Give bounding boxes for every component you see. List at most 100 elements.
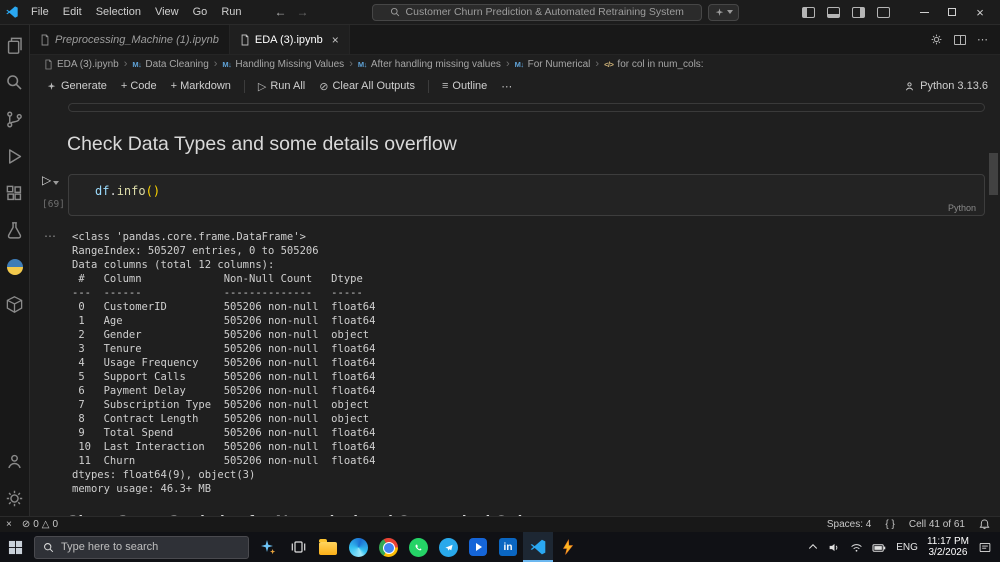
taskbar-clock[interactable]: 11:17 PM 3/2/2026	[927, 536, 969, 558]
keyboard-language[interactable]: ENG	[896, 542, 918, 553]
indent-indicator[interactable]: Spaces: 4	[827, 519, 871, 530]
movies-app-icon[interactable]	[463, 532, 493, 562]
telegram-icon[interactable]	[433, 532, 463, 562]
action-center-icon[interactable]	[978, 541, 992, 554]
sparkle-icon	[47, 81, 56, 90]
extensions-icon[interactable]	[3, 181, 27, 205]
notifications-bell-icon[interactable]	[979, 519, 990, 530]
settings-gear-icon[interactable]	[3, 486, 27, 510]
cube-extension-icon[interactable]	[3, 292, 27, 316]
kernel-picker[interactable]: Python 3.13.6	[904, 80, 988, 92]
problems-indicator[interactable]: ⊘ 0 △ 0	[22, 519, 58, 530]
previous-cell-outline	[68, 103, 985, 112]
minimize-button[interactable]	[910, 0, 938, 24]
taskbar-search-box[interactable]: Type here to search	[34, 535, 249, 559]
run-debug-icon[interactable]	[3, 144, 27, 168]
more-actions-icon[interactable]: ⋯	[977, 33, 988, 46]
menu-file[interactable]: File	[24, 0, 56, 24]
copilot-icon	[715, 7, 724, 16]
run-all-button[interactable]: ▷ Run All	[252, 78, 311, 95]
cell-language-label[interactable]: Python	[948, 203, 976, 213]
menu-view[interactable]: View	[148, 0, 186, 24]
remote-close-icon[interactable]: ×	[6, 519, 12, 530]
menu-go[interactable]: Go	[186, 0, 215, 24]
code-parens: ()	[145, 184, 161, 198]
chrome-browser-icon[interactable]	[373, 532, 403, 562]
close-window-button[interactable]: ×	[966, 0, 994, 24]
search-sidebar-icon[interactable]	[3, 70, 27, 94]
menu-run[interactable]: Run	[214, 0, 248, 24]
command-center-search[interactable]: Customer Churn Prediction & Automated Re…	[371, 3, 702, 21]
markdown-icon: M↓	[132, 59, 142, 69]
tab-eda-notebook[interactable]: EDA (3).ipynb ×	[229, 25, 350, 54]
menu-edit[interactable]: Edit	[56, 0, 89, 24]
generate-button[interactable]: Generate	[40, 78, 113, 94]
warnings-count: 0	[52, 519, 59, 530]
run-all-icon: ▷	[257, 80, 267, 93]
output-options-icon[interactable]: ⋯	[44, 230, 56, 242]
toolbar-more-button[interactable]: ⋯	[495, 78, 518, 95]
cell-editor[interactable]: df.info() Python	[68, 174, 985, 216]
maximize-button[interactable]	[938, 0, 966, 24]
add-code-button[interactable]: + Code	[115, 78, 163, 94]
toggle-primary-sidebar-icon[interactable]	[802, 6, 815, 18]
status-bar: × ⊘ 0 △ 0 Spaces: 4 { } Cell 41 of 61	[0, 516, 1000, 532]
tray-chevron-up-icon[interactable]	[807, 541, 819, 553]
testing-flask-icon[interactable]	[3, 218, 27, 242]
account-icon[interactable]	[3, 449, 27, 473]
edge-browser-icon[interactable]	[343, 532, 373, 562]
linkedin-icon[interactable]: in	[493, 532, 523, 562]
battery-icon[interactable]	[872, 541, 887, 554]
split-editor-icon[interactable]	[954, 34, 966, 45]
crumb-section[interactable]: Handling Missing Values	[235, 59, 344, 70]
output-text: <class 'pandas.core.frame.DataFrame'> Ra…	[72, 231, 376, 495]
clock-time: 11:17 PM	[926, 536, 969, 547]
crumb-separator: ›	[123, 58, 128, 70]
language-braces-indicator[interactable]: { }	[885, 519, 894, 530]
output-gutter: ⋯	[30, 230, 68, 496]
titlebar-actions: ×	[802, 0, 1000, 24]
add-markdown-button[interactable]: + Markdown	[165, 78, 237, 94]
crumb-section[interactable]: Data Cleaning	[145, 59, 208, 70]
crumb-file[interactable]: EDA (3).ipynb	[57, 59, 119, 70]
notebook-settings-gear-icon[interactable]	[930, 33, 943, 46]
crumb-code-cell[interactable]: for col in num_cols:	[617, 59, 703, 70]
volume-icon[interactable]	[828, 541, 841, 554]
back-arrow-icon[interactable]: ←	[275, 5, 287, 19]
code-dot: .	[109, 184, 117, 198]
forward-arrow-icon[interactable]: →	[297, 5, 309, 19]
lightning-app-icon[interactable]	[553, 532, 583, 562]
toggle-panel-icon[interactable]	[827, 6, 840, 18]
customize-layout-icon[interactable]	[877, 6, 890, 18]
copilot-button[interactable]	[707, 3, 739, 21]
whatsapp-icon[interactable]	[403, 532, 433, 562]
vscode-window: File Edit Selection View Go Run ← → Cust…	[0, 0, 1000, 562]
task-view-icon[interactable]	[283, 532, 313, 562]
python-extension-icon[interactable]	[3, 255, 27, 279]
cell-position-indicator[interactable]: Cell 41 of 61	[909, 519, 965, 530]
chevron-down-icon	[726, 10, 733, 14]
file-icon	[41, 34, 49, 45]
crumb-section[interactable]: After handling missing values	[371, 59, 501, 70]
outline-button[interactable]: ≡ Outline	[436, 78, 493, 94]
source-control-icon[interactable]	[3, 107, 27, 131]
crumb-section[interactable]: For Numerical	[528, 59, 591, 70]
close-tab-icon[interactable]: ×	[332, 33, 339, 47]
notebook-toolbar: Generate + Code + Markdown ▷ Run All ⊘ C…	[30, 73, 1000, 99]
menu-selection[interactable]: Selection	[89, 0, 148, 24]
copilot-sparkle-icon[interactable]	[253, 532, 283, 562]
explorer-icon[interactable]	[3, 33, 27, 57]
toggle-secondary-sidebar-icon[interactable]	[852, 6, 865, 18]
start-button[interactable]	[0, 532, 30, 562]
run-icon: ▷	[42, 173, 52, 187]
vscode-taskbar-icon[interactable]	[523, 532, 553, 562]
run-options-chevron-icon	[53, 181, 60, 185]
tab-preprocessing-notebook[interactable]: Preprocessing_Machine (1).ipynb	[30, 25, 230, 54]
file-explorer-icon[interactable]	[313, 532, 343, 562]
run-cell-button[interactable]: ▷	[42, 173, 60, 187]
windows-taskbar: Type here to search in ENG 11:17 PM 3/2/…	[0, 532, 1000, 562]
file-icon	[241, 34, 249, 45]
wifi-icon[interactable]	[850, 541, 863, 554]
clear-all-outputs-button[interactable]: ⊘ Clear All Outputs	[313, 78, 421, 95]
scrollbar[interactable]	[989, 153, 998, 195]
